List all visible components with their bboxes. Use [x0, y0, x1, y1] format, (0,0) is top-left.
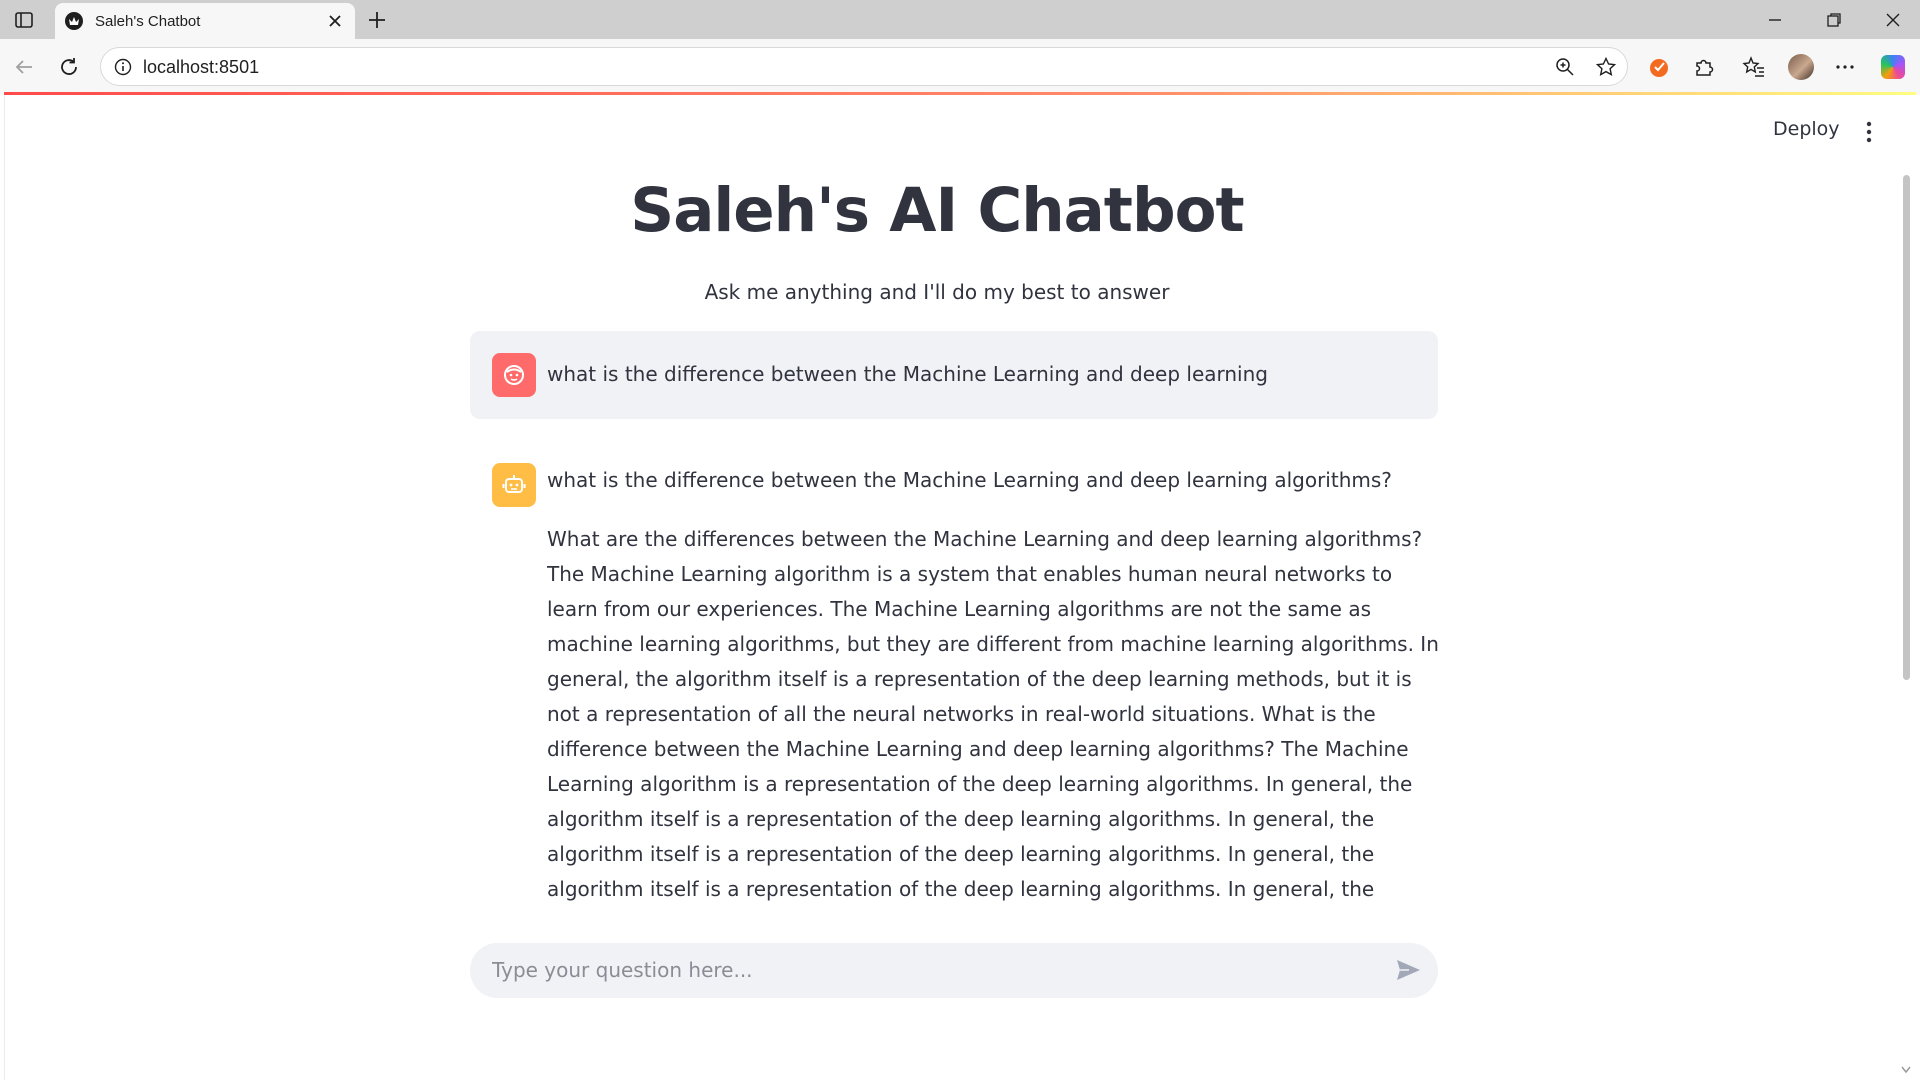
user-message: what is the difference between the Machi… [470, 331, 1438, 419]
url-text[interactable]: localhost:8501 [143, 57, 259, 78]
extension-orange-icon[interactable] [1647, 55, 1671, 79]
favorites-list-icon[interactable] [1742, 55, 1766, 79]
extensions-puzzle-icon[interactable] [1692, 55, 1716, 79]
browser-tab-bar: Saleh's Chatbot [0, 0, 1920, 39]
scroll-down-arrow-icon[interactable] [1900, 1062, 1912, 1074]
send-icon[interactable] [1395, 958, 1421, 982]
tab-title: Saleh's Chatbot [95, 13, 201, 30]
message-area-bottom-mask [547, 912, 1447, 930]
close-tab-icon[interactable] [325, 11, 345, 31]
assistant-message-question: what is the difference between the Machi… [547, 468, 1392, 492]
page-title: Saleh's AI Chatbot [630, 175, 1244, 246]
site-info-icon[interactable] [113, 57, 133, 77]
profile-avatar[interactable] [1788, 54, 1814, 80]
restore-window-icon[interactable] [1823, 9, 1845, 31]
back-arrow-icon[interactable] [12, 55, 36, 79]
user-message-text: what is the difference between the Machi… [547, 362, 1268, 386]
page-subtitle: Ask me anything and I'll do my best to a… [704, 280, 1170, 304]
smiley-face-icon [492, 353, 536, 397]
chat-input-container [470, 943, 1438, 998]
streamlit-favicon-icon [65, 12, 83, 30]
sidebar-toggle-icon[interactable] [14, 10, 34, 30]
reload-icon[interactable] [57, 55, 81, 79]
favorite-star-icon[interactable] [1595, 56, 1617, 78]
more-options-icon[interactable] [1833, 55, 1857, 79]
assistant-message-text: What are the differences between the Mac… [547, 527, 1439, 922]
address-bar[interactable]: localhost:8501 [100, 47, 1628, 86]
robot-icon [492, 463, 536, 507]
copilot-icon[interactable] [1881, 55, 1905, 79]
page-scrollbar[interactable] [1903, 175, 1910, 680]
close-window-icon[interactable] [1882, 9, 1904, 31]
vertical-dots-icon[interactable] [1860, 120, 1878, 144]
minimize-window-icon[interactable] [1764, 9, 1786, 31]
browser-tab[interactable]: Saleh's Chatbot [55, 3, 355, 39]
deploy-button[interactable]: Deploy [1773, 118, 1840, 140]
chat-input[interactable] [492, 955, 1352, 985]
zoom-icon[interactable] [1554, 56, 1576, 78]
browser-toolbar: localhost:8501 [0, 39, 1920, 95]
new-tab-icon[interactable] [366, 9, 388, 31]
